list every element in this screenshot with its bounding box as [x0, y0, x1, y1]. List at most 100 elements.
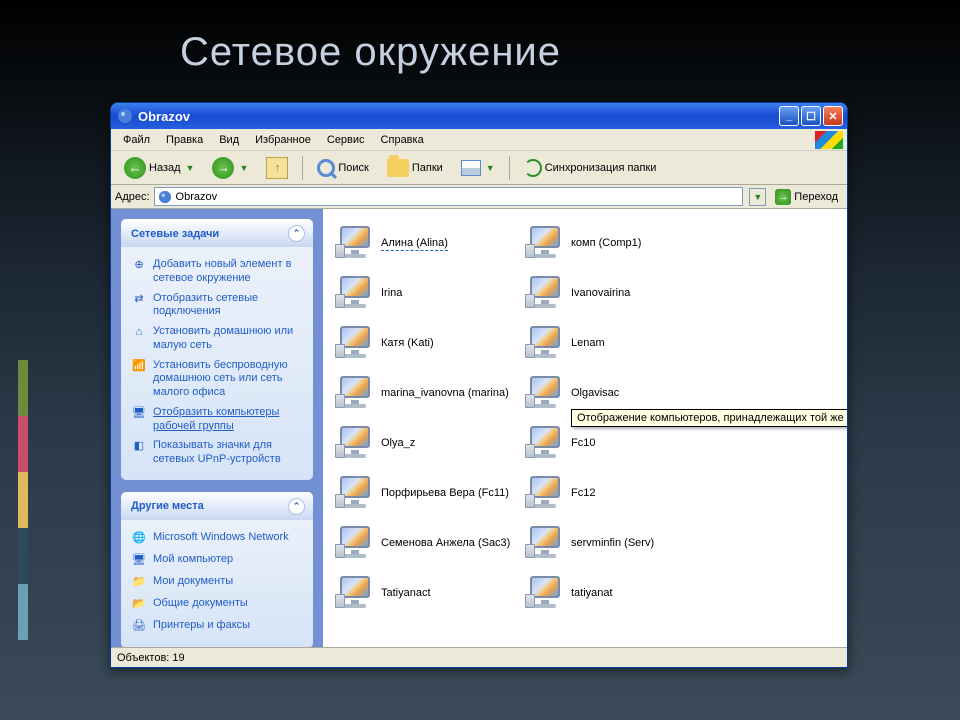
panel-header[interactable]: Сетевые задачи ⌃: [121, 219, 313, 247]
computer-icon: [337, 526, 373, 562]
menu-help[interactable]: Справка: [373, 131, 432, 149]
computer-label: Tatiyanact: [381, 587, 431, 600]
go-arrow-icon: →: [775, 189, 791, 205]
explorer-window: Obrazov _ ☐ ✕ Файл Правка Вид Избранное …: [110, 102, 848, 668]
folder-up-icon: ↑: [266, 157, 288, 179]
computer-label: Порфирьева Вера (Fc11): [381, 487, 509, 500]
documents-icon: 📁: [131, 575, 147, 591]
home-network-icon: ⌂: [131, 325, 147, 341]
computer-item[interactable]: Семенова Анжела (Sac3): [333, 519, 523, 569]
place-my-computer[interactable]: 🖥Мой компьютер: [131, 550, 305, 572]
maximize-button[interactable]: ☐: [801, 106, 821, 126]
sync-label: Синхронизация папки: [545, 162, 657, 174]
address-input[interactable]: Obrazov: [154, 187, 744, 206]
computer-item[interactable]: marina_ivanovna (marina): [333, 369, 523, 419]
computer-label: Семенова Анжела (Sac3): [381, 537, 510, 550]
back-arrow-icon: ←: [124, 157, 146, 179]
statusbar: Объектов: 19: [111, 647, 847, 667]
computer-label: Катя (Kati): [381, 337, 434, 350]
task-view-workgroup[interactable]: 🖥Отобразить компьютеры рабочей группы: [131, 403, 305, 437]
computer-icon: [337, 476, 373, 512]
panel-title: Сетевые задачи: [131, 228, 219, 240]
file-list-area[interactable]: Алина (Alina)комп (Comp1)Irina Ivanovairi…: [323, 209, 847, 647]
close-button[interactable]: ✕: [823, 106, 843, 126]
views-dropdown-icon[interactable]: ▼: [486, 163, 495, 173]
up-button[interactable]: ↑: [259, 154, 295, 182]
views-icon: [461, 160, 481, 176]
task-show-connections[interactable]: ⇄Отобразить сетевые подключения: [131, 289, 305, 323]
other-places-panel: Другие места ⌃ 🌐Microsoft Windows Networ…: [121, 492, 313, 647]
menu-edit[interactable]: Правка: [158, 131, 211, 149]
forward-dropdown-icon[interactable]: ▼: [239, 163, 248, 173]
windows-flag-icon: [815, 131, 843, 149]
computer-icon: [337, 326, 373, 362]
place-my-documents[interactable]: 📁Мои документы: [131, 572, 305, 594]
computer-item[interactable]: Tatiyanact: [333, 569, 523, 619]
network-icon: ⇄: [131, 292, 147, 308]
computer-item[interactable]: tatiyanat: [523, 569, 713, 619]
go-button[interactable]: → Переход: [770, 187, 843, 207]
workgroup-icon: 🖥: [131, 406, 147, 422]
toolbar-separator: [302, 156, 303, 180]
panel-title: Другие места: [131, 500, 204, 512]
chevron-up-icon[interactable]: ⌃: [288, 225, 305, 242]
computer-item[interactable]: Порфирьева Вера (Fc11): [333, 469, 523, 519]
back-label: Назад: [149, 162, 181, 174]
computer-item[interactable]: servminfin (Serv): [523, 519, 713, 569]
sync-icon: [524, 159, 542, 177]
upnp-icon: ◧: [131, 439, 147, 455]
computer-label: Fc10: [571, 437, 595, 450]
menu-tools[interactable]: Сервис: [319, 131, 373, 149]
computer-item[interactable]: Fc12: [523, 469, 713, 519]
addressbar: Адрес: Obrazov ▼ → Переход: [111, 185, 847, 209]
slide-title: Сетевое окружение: [0, 0, 960, 85]
computer-item[interactable]: Irina: [333, 269, 523, 319]
task-setup-home-network[interactable]: ⌂Установить домашнюю или малую сеть: [131, 322, 305, 356]
computer-label: Fc12: [571, 487, 595, 500]
computer-icon: [527, 276, 563, 312]
tasks-pane: Сетевые задачи ⌃ ⊕Добавить новый элемент…: [111, 209, 323, 647]
computer-icon: [527, 226, 563, 262]
computer-item[interactable]: Катя (Kati): [333, 319, 523, 369]
panel-header[interactable]: Другие места ⌃: [121, 492, 313, 520]
menu-view[interactable]: Вид: [211, 131, 247, 149]
place-windows-network[interactable]: 🌐Microsoft Windows Network: [131, 528, 305, 550]
computer-item[interactable]: Olya_z: [333, 419, 523, 469]
computer-item[interactable]: Lenam: [523, 319, 713, 369]
computer-item[interactable]: Алина (Alina): [333, 219, 523, 269]
titlebar[interactable]: Obrazov _ ☐ ✕: [111, 103, 847, 129]
chevron-up-icon[interactable]: ⌃: [288, 498, 305, 515]
status-text: Объектов: 19: [117, 652, 185, 664]
search-label: Поиск: [338, 162, 368, 174]
network-places-icon: [117, 108, 133, 124]
computer-icon: [337, 226, 373, 262]
task-add-network-place[interactable]: ⊕Добавить новый элемент в сетевое окруже…: [131, 255, 305, 289]
menubar: Файл Правка Вид Избранное Сервис Справка: [111, 129, 847, 151]
task-show-upnp[interactable]: ◧Показывать значки для сетевых UPnP-устр…: [131, 436, 305, 470]
wireless-icon: 📶: [131, 359, 147, 375]
place-printers[interactable]: 🖨Принтеры и факсы: [131, 616, 305, 638]
computer-icon: [527, 526, 563, 562]
views-button[interactable]: ▼: [454, 157, 502, 179]
back-dropdown-icon[interactable]: ▼: [186, 163, 195, 173]
task-setup-wireless[interactable]: 📶Установить беспроводную домашнюю сеть и…: [131, 356, 305, 403]
printer-icon: 🖨: [131, 619, 147, 635]
forward-button[interactable]: → ▼: [205, 154, 255, 182]
computer-item[interactable]: комп (Comp1): [523, 219, 713, 269]
computer-icon: [337, 426, 373, 462]
computer-icon: [337, 276, 373, 312]
computer-item[interactable]: Ivanovairina: [523, 269, 713, 319]
folders-button[interactable]: Папки: [380, 156, 450, 180]
address-dropdown-icon[interactable]: ▼: [749, 188, 766, 206]
computer-icon: [527, 576, 563, 612]
sync-button[interactable]: Синхронизация папки: [517, 156, 664, 180]
minimize-button[interactable]: _: [779, 106, 799, 126]
back-button[interactable]: ← Назад ▼: [117, 154, 201, 182]
menu-file[interactable]: Файл: [115, 131, 158, 149]
computer-icon: [527, 326, 563, 362]
search-button[interactable]: Поиск: [310, 156, 375, 180]
menu-favorites[interactable]: Избранное: [247, 131, 319, 149]
address-value: Obrazov: [176, 191, 218, 203]
computer-label: Ivanovairina: [571, 287, 630, 300]
place-shared-documents[interactable]: 📂Общие документы: [131, 594, 305, 616]
